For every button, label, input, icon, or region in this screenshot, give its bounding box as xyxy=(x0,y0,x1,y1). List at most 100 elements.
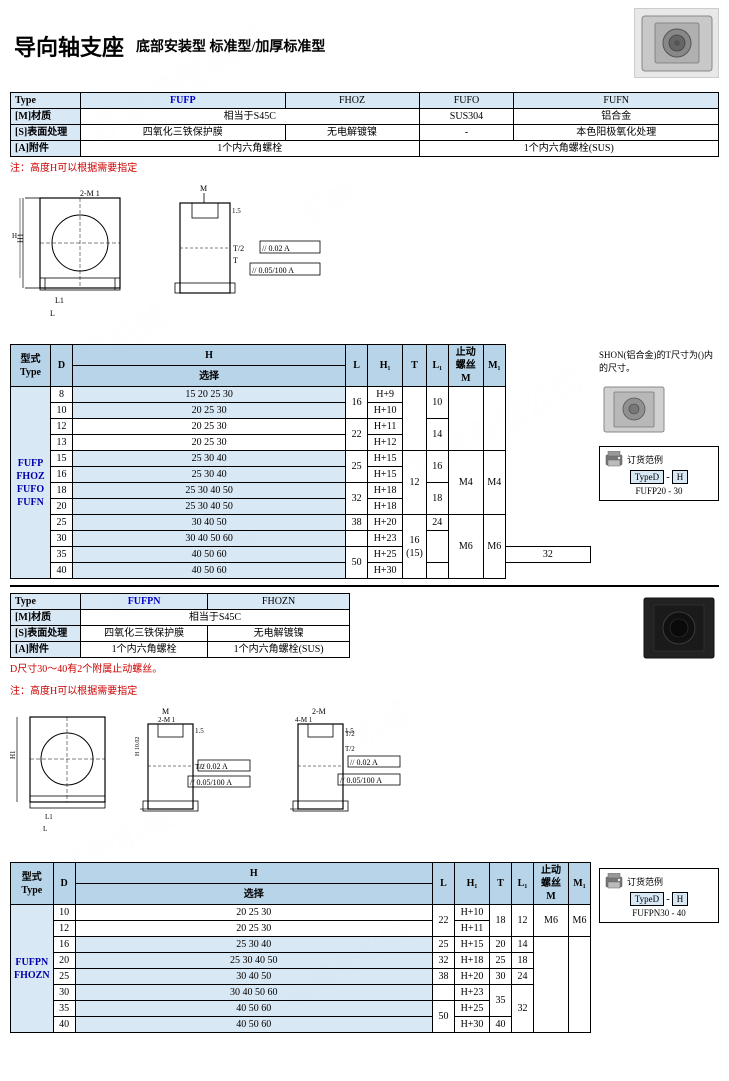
s2-th-m: 止动螺丝M xyxy=(534,863,569,905)
table-row: 20 25 30 40 50 32 H+18 25 18 xyxy=(11,953,591,969)
s2-h-10: 20 25 30 xyxy=(75,905,432,921)
order-type-row: TypeD - H xyxy=(604,470,714,484)
s2-h-20: 25 30 40 50 xyxy=(75,953,432,969)
accessory-label: [A]附件 xyxy=(11,141,81,157)
svg-text:T: T xyxy=(233,256,238,265)
section2-spec-wrapper: 型式Type D H L H₁ T L₁ 止动螺丝M M₁ 选择 xyxy=(10,862,591,1033)
order-dash1: - xyxy=(666,471,670,483)
svg-text:4-M 1: 4-M 1 xyxy=(295,716,313,724)
order-example-2: 订货范例 TypeD - H FUFPN30 - 40 xyxy=(599,868,719,923)
order-label-row: 订货范例 xyxy=(604,451,714,467)
s2-d-40: 40 xyxy=(53,1017,75,1033)
h1-12: H+11 xyxy=(368,419,403,435)
s2-fhozn-header: FHOZN xyxy=(208,594,350,610)
l1-16: 16 xyxy=(426,451,448,483)
surface-fhoz: 无电解镀镍 xyxy=(285,125,419,141)
h1-13: H+12 xyxy=(368,435,403,451)
svg-text:H: H xyxy=(12,232,17,240)
product-image-1 xyxy=(634,8,719,78)
s2-order-example-text: FUFPN30 - 40 xyxy=(604,908,714,918)
s2-order-dash1: - xyxy=(666,893,670,905)
svg-text:H1: H1 xyxy=(16,233,25,243)
section2-d-note: D尺寸30～40有2个附属止动螺丝。 xyxy=(10,660,631,675)
order-example-1: 订货范例 TypeD - H FUFP20 - 30 xyxy=(599,446,719,501)
th-type: 型式Type xyxy=(11,345,51,387)
s2-m1-empty xyxy=(569,937,591,1033)
surface-fufo: - xyxy=(419,125,514,141)
s2-surface-fhozn: 无电解镀镍 xyxy=(208,626,350,642)
s2-d-25: 25 xyxy=(53,969,75,985)
section-1: Type FUFP FHOZ FUFO FUFN [M]材质 相当于S45C S… xyxy=(10,92,719,579)
table-row: FUFPNFHOZN 10 20 25 30 22 H+10 18 12 M6 … xyxy=(11,905,591,921)
material-label: [M]材质 xyxy=(11,109,81,125)
l-25: 25 xyxy=(346,451,368,483)
printer-icon-2 xyxy=(604,873,624,889)
s2-l1-18: 18 xyxy=(512,953,534,969)
section1-diagram-svg: H1 H L1 L 2-M 1 M xyxy=(10,178,450,338)
s2-h-16: 25 30 40 xyxy=(75,937,432,953)
s2-h1-40: H+30 xyxy=(455,1017,490,1033)
th-l1: L₁ xyxy=(426,345,448,387)
svg-text:L: L xyxy=(43,825,47,833)
h1-20: H+18 xyxy=(368,499,403,515)
page-header: 导向轴支座 底部安装型 标准型/加厚标准型 xyxy=(10,8,719,84)
s2-t-35: 35 xyxy=(490,985,512,1017)
s2-d-35: 35 xyxy=(53,1001,75,1017)
s2-h-12: 20 25 30 xyxy=(75,921,432,937)
h1-16: H+15 xyxy=(368,467,403,483)
s2-order-type-row: TypeD - H xyxy=(604,892,714,906)
l-38: 38 xyxy=(346,515,368,531)
section1-bottom: 型式Type D H L H₁ T L₁ 止动螺丝M M₁ 选择 xyxy=(10,344,719,579)
product-svg-1 xyxy=(637,11,717,76)
d-18: 18 xyxy=(51,483,73,499)
section2-bottom: 型式Type D H L H₁ T L₁ 止动螺丝M M₁ 选择 xyxy=(10,862,719,1033)
section1-info-table: Type FUFP FHOZ FUFO FUFN [M]材质 相当于S45C S… xyxy=(10,92,719,157)
th-h1: H₁ xyxy=(368,345,403,387)
surface-fufp: 四氧化三铁保护膜 xyxy=(81,125,286,141)
s2-l-32: 32 xyxy=(433,953,455,969)
svg-text:// 0.02 A: // 0.02 A xyxy=(350,758,378,767)
svg-text:M: M xyxy=(200,184,207,193)
fufn-header: FUFN xyxy=(514,93,719,109)
svg-text:// 0.02 A: // 0.02 A xyxy=(262,244,290,253)
section1-spec-wrapper: 型式Type D H L H₁ T L₁ 止动螺丝M M₁ 选择 xyxy=(10,344,591,579)
section2-note: 注：高度H可以根据需要指定 xyxy=(10,682,719,697)
s2-l-38: 38 xyxy=(433,969,455,985)
th-m: 止动螺丝M xyxy=(448,345,483,387)
s2-d-20: 20 xyxy=(53,953,75,969)
s2-th-h1: H₁ xyxy=(455,863,490,905)
svg-text:2-M 1: 2-M 1 xyxy=(80,189,100,198)
h1-25: H+20 xyxy=(368,515,403,531)
table-row: FUFPFHOZFUFOFUFN 8 15 20 25 30 16 H+9 10 xyxy=(11,387,591,403)
s2-d-10: 10 xyxy=(53,905,75,921)
h1-8: H+9 xyxy=(368,387,403,403)
s2-t-25: 25 xyxy=(490,953,512,969)
section-divider xyxy=(10,585,719,587)
section2-spec-table: 型式Type D H L H₁ T L₁ 止动螺丝M M₁ 选择 xyxy=(10,862,591,1033)
th-h: H xyxy=(73,345,346,366)
s2-order-typed: TypeD xyxy=(630,892,664,906)
material-fufn: 铝合金 xyxy=(514,109,719,125)
table-row: 30 30 40 50 60 H+23 35 32 xyxy=(11,985,591,1001)
page-title: 导向轴支座 xyxy=(14,30,124,62)
section2-product-img xyxy=(639,593,719,666)
s2-th-type: 型式Type xyxy=(11,863,54,905)
svg-text:// 0.05/100 A: // 0.05/100 A xyxy=(190,778,232,787)
h-40: 40 50 60 xyxy=(73,563,346,579)
th-d: D xyxy=(51,345,73,387)
svg-text:1.5: 1.5 xyxy=(345,727,354,735)
s2-m1-m6: M6 xyxy=(569,905,591,937)
section2-top: Type FUFPN FHOZN [M]材质 相当于S45C [S]表面处理 四… xyxy=(10,593,719,679)
d-25: 25 xyxy=(51,515,73,531)
svg-text:L1: L1 xyxy=(45,813,53,821)
s2-d-16: 16 xyxy=(53,937,75,953)
s2-t-20: 20 xyxy=(490,937,512,953)
h-25: 30 40 50 xyxy=(73,515,346,531)
s2-type-cell: FUFPNFHOZN xyxy=(11,905,54,1033)
l1-32 xyxy=(426,531,448,563)
section2-info-table: Type FUFPN FHOZN [M]材质 相当于S45C [S]表面处理 四… xyxy=(10,593,350,658)
m-group1 xyxy=(448,387,483,451)
th-m1: M₁ xyxy=(483,345,505,387)
order-example-text: FUFP20 - 30 xyxy=(604,486,714,496)
l1-18: 18 xyxy=(426,483,448,515)
